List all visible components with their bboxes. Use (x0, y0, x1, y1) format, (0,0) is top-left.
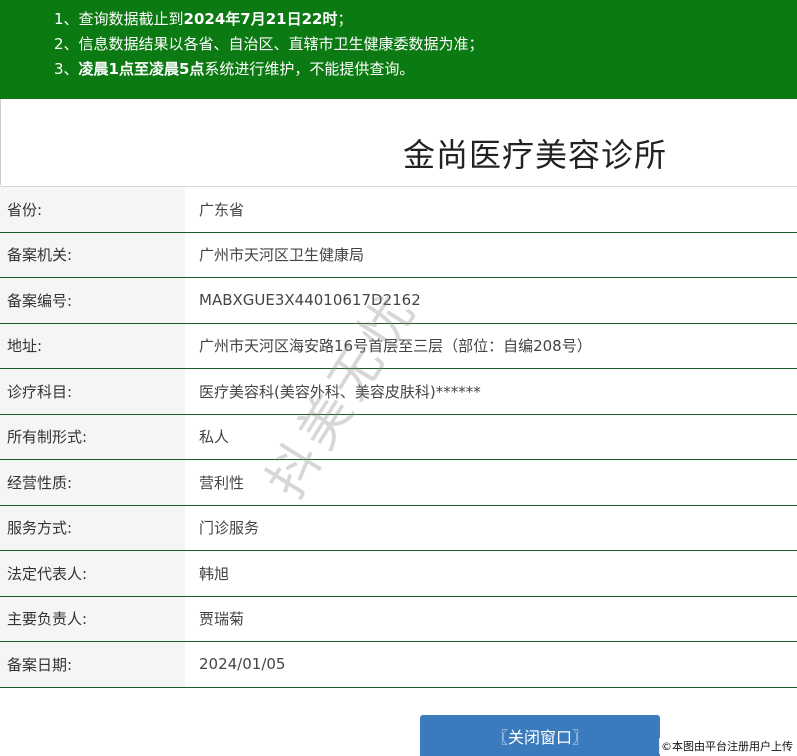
row-value-authority: 广州市天河区卫生健康局 (199, 246, 365, 265)
row-label-address: 地址: (0, 323, 185, 368)
notice-line-1: 1、查询数据截止到2024年7月21日22时； (54, 10, 353, 28)
row-value-business-nature: 营利性 (199, 473, 245, 492)
row-value-record-date: 2024/01/05 (199, 655, 286, 674)
table-row: 备案日期: 2024/01/05 (0, 642, 797, 688)
row-value-address: 广州市天河区海安路16号首层至三层（部位：自编208号） (199, 337, 592, 356)
table-row: 主要负责人: 贾瑞菊 (0, 596, 797, 642)
row-label-record-number: 备案编号: (0, 278, 185, 323)
row-label-legal-rep: 法定代表人: (0, 551, 185, 596)
notice-line-2: 2、信息数据结果以各省、自治区、直辖市卫生健康委数据为准； (54, 35, 484, 53)
row-value-principal: 贾瑞菊 (199, 610, 245, 629)
row-label-business-nature: 经营性质: (0, 460, 185, 505)
table-row: 所有制形式: 私人 (0, 414, 797, 460)
row-label-ownership: 所有制形式: (0, 414, 185, 459)
row-label-record-date: 备案日期: (0, 642, 185, 687)
row-value-departments: 医疗美容科(美容外科、美容皮肤科)****** (199, 382, 481, 401)
row-value-legal-rep: 韩旭 (199, 564, 230, 583)
table-row: 备案机关: 广州市天河区卫生健康局 (0, 232, 797, 278)
table-row: 服务方式: 门诊服务 (0, 505, 797, 551)
table-row: 备案编号: MABXGUE3X44010617D2162 (0, 278, 797, 324)
row-value-ownership: 私人 (199, 428, 230, 447)
table-row: 经营性质: 营利性 (0, 460, 797, 506)
row-value-record-number: MABXGUE3X44010617D2162 (199, 291, 421, 310)
row-value-province: 广东省 (199, 200, 245, 219)
page: 1、查询数据截止到2024年7月21日22时； 2、信息数据结果以各省、自治区、… (0, 0, 797, 756)
close-window-button[interactable]: 〖关闭窗口〗 (420, 715, 660, 756)
notice-line-3: 3、凌晨1点至凌晨5点系统进行维护，不能提供查询。 (54, 60, 415, 78)
table-row: 法定代表人: 韩旭 (0, 551, 797, 597)
row-label-departments: 诊疗科目: (0, 369, 185, 414)
row-label-principal: 主要负责人: (0, 596, 185, 641)
table-row: 省份: 广东省 (0, 187, 797, 233)
notice-banner: 1、查询数据截止到2024年7月21日22时； 2、信息数据结果以各省、自治区、… (0, 0, 797, 99)
row-label-province: 省份: (0, 187, 185, 232)
page-title: 金尚医疗美容诊所 (402, 136, 667, 174)
table-row: 地址: 广州市天河区海安路16号首层至三层（部位：自编208号） (0, 323, 797, 369)
row-label-authority: 备案机关: (0, 232, 185, 277)
upload-credit: ©本图由平台注册用户上传 (659, 738, 795, 754)
row-label-service-mode: 服务方式: (0, 505, 185, 550)
row-value-service-mode: 门诊服务 (199, 519, 260, 538)
info-table: 省份: 广东省 备案机关: 广州市天河区卫生健康局 备案编号: MABXGUE3… (0, 186, 797, 688)
table-row: 诊疗科目: 医疗美容科(美容外科、美容皮肤科)****** (0, 369, 797, 415)
